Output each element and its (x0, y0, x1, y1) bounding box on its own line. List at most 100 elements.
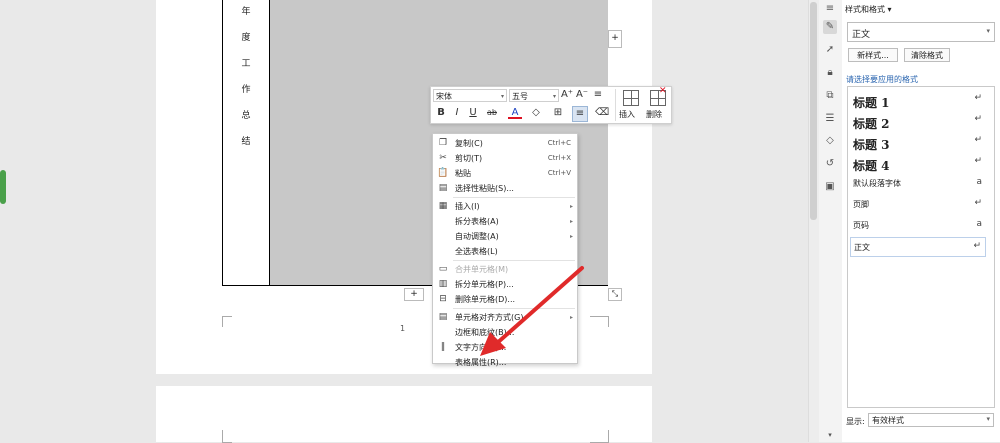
style-name: 标题 3 (853, 138, 890, 152)
add-column-button[interactable]: + (608, 30, 622, 48)
style-type-icon: a (976, 219, 982, 229)
scroll-indicator[interactable] (0, 170, 6, 204)
title-char: 度 (241, 33, 251, 43)
new-style-button[interactable]: 新样式... (848, 48, 898, 62)
outline-icon[interactable]: ☰ (823, 112, 837, 126)
eraser-icon[interactable]: ⌫ (595, 106, 609, 120)
shapes-icon[interactable]: ⧉ (823, 89, 837, 103)
menu-item-label: 复制(C) (455, 139, 483, 148)
page-number: 1 (400, 324, 406, 333)
style-type-icon: ↵ (974, 93, 982, 103)
styles-panel: 样式和格式 ▾ 正文 ▾ 新样式... 清除格式 请选择要应用的格式 标题 1 ↵… (842, 0, 1000, 442)
title-char: 年 (241, 7, 251, 17)
chevron-down-icon: ▾ (986, 27, 990, 35)
shrink-font-icon[interactable]: A⁻ (575, 88, 589, 102)
submenu-arrow-icon: ▸ (569, 203, 573, 210)
scrollbar-thumb[interactable] (810, 2, 817, 220)
context-menu-item[interactable]: ▤ 选择性粘贴(S)... (433, 181, 577, 196)
panel-title[interactable]: 样式和格式 ▾ (845, 4, 892, 15)
insert-table-icon: ▦ (438, 201, 448, 211)
styles-pen-icon[interactable]: ✎ (823, 20, 837, 34)
context-menu-item[interactable]: ❐ 复制(C) Ctrl+C (433, 136, 577, 151)
margin-mark (222, 430, 232, 443)
style-item[interactable]: 标题 4 ↵ (850, 153, 986, 173)
history-icon[interactable]: ↺ (823, 157, 837, 171)
context-menu-item[interactable]: 自动调整(A) ▸ (433, 229, 577, 244)
style-name: 默认段落字体 (853, 179, 901, 188)
delete-label[interactable]: 删除 (646, 109, 662, 120)
menu-item-label: 拆分表格(A) (455, 217, 499, 226)
align-icon[interactable]: ≡ (572, 106, 588, 122)
submenu-arrow-icon: ▸ (569, 218, 573, 225)
menu-item-label: 自动调整(A) (455, 232, 499, 241)
merge-cells-icon: ▭ (438, 264, 448, 274)
context-menu-item[interactable]: ✂ 剪切(T) Ctrl+X (433, 151, 577, 166)
context-menu-item[interactable]: 全选表格(L) (433, 244, 577, 259)
submenu-arrow-icon: ▸ (569, 233, 573, 240)
tag-icon[interactable]: ◇ (823, 134, 837, 148)
select-cursor-icon[interactable]: ➚ (823, 43, 837, 57)
fill-color-icon[interactable]: ◇ (529, 106, 543, 120)
menu-item-shortcut: Ctrl+X (547, 154, 571, 162)
style-item[interactable]: 默认段落字体 a (850, 174, 986, 194)
margin-mark (590, 316, 609, 327)
line-spacing-icon[interactable]: ≡ (591, 88, 605, 102)
style-item[interactable]: 标题 2 ↵ (850, 111, 986, 131)
strikethrough-icon[interactable]: ab (485, 106, 499, 120)
bottom-arrow-icon[interactable]: ▾ (823, 428, 837, 442)
insert-label[interactable]: 插入 (619, 109, 635, 120)
cell-align-icon: ▤ (438, 312, 448, 322)
style-item[interactable]: 页脚 ↵ (850, 195, 986, 215)
style-type-icon: ↵ (974, 114, 982, 124)
style-type-icon: ↵ (974, 135, 982, 145)
title-cell[interactable]: 年 度 工 作 总 结 (223, 0, 270, 285)
chevron-down-icon: ▾ (986, 415, 990, 423)
context-menu-item[interactable]: 📋 粘贴 Ctrl+V (433, 166, 577, 181)
lock-icon[interactable]: 🔒︎ (823, 66, 837, 80)
backup-icon[interactable]: ▣ (823, 180, 837, 194)
current-style-select[interactable]: 正文 ▾ (847, 22, 995, 42)
mini-toolbar: 宋体 ▾ 五号 ▾ A⁺ A⁻ ≡ B I U ab A ◇ ⊞ ≡ ⌫ 插入 ✕ … (430, 86, 672, 124)
add-row-button[interactable]: + (404, 288, 424, 301)
margin-mark (222, 316, 232, 327)
style-type-icon: a (976, 177, 982, 187)
style-type-icon: ↵ (974, 198, 982, 208)
annotation-arrow (480, 266, 584, 356)
menu-separator (453, 260, 575, 261)
menu-item-label: 全选表格(L) (455, 247, 498, 256)
style-type-icon: ↵ (973, 241, 981, 251)
font-size-select[interactable]: 五号 ▾ (509, 89, 559, 102)
font-name-select[interactable]: 宋体 ▾ (433, 89, 507, 102)
context-menu-item[interactable]: 拆分表格(A) ▸ (433, 214, 577, 229)
menu-separator (453, 197, 575, 198)
menu-lines-icon[interactable]: ≡ (823, 2, 837, 16)
menu-item-label: 插入(I) (455, 202, 480, 211)
style-item[interactable]: 正文 ↵ (850, 237, 986, 257)
style-item[interactable]: 标题 1 ↵ (850, 90, 986, 110)
text-direction-icon: ‖ (440, 342, 446, 352)
bold-icon[interactable]: B (434, 106, 448, 120)
grow-font-icon[interactable]: A⁺ (560, 88, 574, 102)
style-item[interactable]: 页码 a (850, 216, 986, 236)
borders-icon[interactable]: ⊞ (551, 106, 565, 120)
arrow-head (480, 332, 506, 356)
style-type-icon: ↵ (974, 156, 982, 166)
style-item[interactable]: 标题 3 ↵ (850, 132, 986, 152)
resize-table-handle[interactable]: ⤡ (608, 288, 622, 301)
title-char: 总 (241, 111, 251, 121)
show-label: 显示: (846, 417, 865, 426)
clear-format-button[interactable]: 清除格式 (904, 48, 950, 62)
menu-item-label: 选择性粘贴(S)... (455, 184, 514, 193)
show-filter-select[interactable]: 有效样式 ▾ (868, 413, 994, 427)
underline-icon[interactable]: U (466, 106, 480, 120)
font-color-icon[interactable]: A (508, 106, 522, 119)
context-menu-item[interactable]: ▦ 插入(I) ▸ (433, 199, 577, 214)
style-name: 标题 4 (853, 159, 890, 173)
toolbar-divider (615, 89, 616, 121)
delete-cells-icon: ⊟ (439, 294, 447, 304)
style-name: 页码 (853, 221, 869, 230)
menu-item-label: 粘贴 (455, 169, 471, 178)
insert-row-icon[interactable] (623, 90, 639, 106)
delete-x-icon: ✕ (659, 86, 667, 96)
italic-icon[interactable]: I (450, 106, 464, 120)
